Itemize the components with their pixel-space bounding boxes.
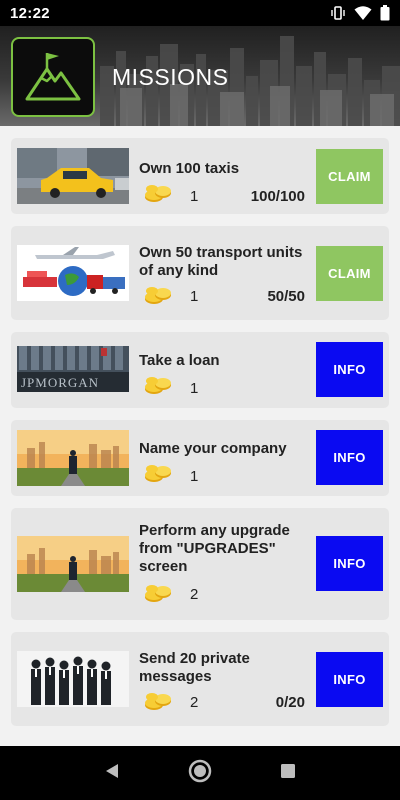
- system-navigation-bar: [0, 746, 400, 800]
- mission-card: JPMORGAN Take a loan 1 INFO: [11, 332, 389, 408]
- reward-amount: 1: [190, 380, 199, 397]
- svg-text:JPMORGAN: JPMORGAN: [21, 375, 99, 390]
- claim-button[interactable]: CLAIM: [316, 246, 383, 301]
- reward-amount: 1: [190, 288, 199, 305]
- mission-card: Send 20 private messages 2 0/20 INFO: [11, 632, 389, 726]
- reward-amount: 2: [190, 586, 199, 603]
- mountain-flag-icon: [25, 53, 81, 101]
- mission-title: Perform any upgrade from "UPGRADES" scre…: [139, 522, 290, 575]
- coins-icon: [143, 376, 173, 401]
- transport-image: [17, 245, 129, 301]
- coins-icon: [143, 286, 173, 311]
- mission-title: Send 20 private messages: [139, 650, 250, 685]
- info-button[interactable]: INFO: [316, 342, 383, 397]
- status-time: 12:22: [10, 4, 50, 22]
- status-bar: 12:22: [0, 0, 400, 26]
- taxi-image: [17, 148, 129, 204]
- coins-icon: [143, 184, 173, 209]
- mission-card: Own 50 transport units of any kind 1 50/…: [11, 226, 389, 320]
- page-title: MISSIONS: [112, 64, 229, 90]
- missions-header: MISSIONS: [0, 26, 400, 126]
- coins-icon: [143, 584, 173, 609]
- wifi-icon: [354, 5, 372, 21]
- battery-icon: [380, 5, 390, 21]
- mission-title: Own 100 taxis: [139, 160, 240, 177]
- coins-icon: [143, 692, 173, 717]
- home-icon[interactable]: [187, 758, 213, 789]
- business-team-image: [17, 651, 129, 707]
- reward-amount: 1: [190, 468, 199, 485]
- app-logo: [11, 37, 95, 117]
- businessman-city-image: [17, 430, 129, 486]
- mission-progress: 50/50: [267, 288, 305, 305]
- mission-list[interactable]: Own 100 taxis 1 100/100 CLAIM Own 50 tra…: [0, 126, 400, 746]
- info-button[interactable]: INFO: [316, 430, 383, 485]
- back-icon[interactable]: [103, 762, 121, 785]
- info-button[interactable]: INFO: [316, 536, 383, 591]
- status-icons: [330, 5, 390, 21]
- recents-icon[interactable]: [279, 762, 297, 785]
- mission-card: Name your company 1 INFO: [11, 420, 389, 496]
- mission-card: Own 100 taxis 1 100/100 CLAIM: [11, 138, 389, 214]
- mission-card: Perform any upgrade from "UPGRADES" scre…: [11, 508, 389, 620]
- mission-progress: 100/100: [250, 188, 305, 205]
- reward-amount: 1: [190, 188, 199, 205]
- vibrate-icon: [330, 5, 346, 21]
- mission-title: Name your company: [139, 440, 287, 457]
- reward-amount: 2: [190, 694, 199, 711]
- mission-progress: 0/20: [275, 694, 305, 711]
- businessman-city-image: [17, 536, 129, 592]
- mission-title: Take a loan: [139, 352, 220, 369]
- bank-building-image: JPMORGAN: [17, 346, 129, 392]
- mission-title: Own 50 transport units of any kind: [139, 244, 303, 279]
- info-button[interactable]: INFO: [316, 652, 383, 707]
- coins-icon: [143, 464, 173, 489]
- claim-button[interactable]: CLAIM: [316, 149, 383, 204]
